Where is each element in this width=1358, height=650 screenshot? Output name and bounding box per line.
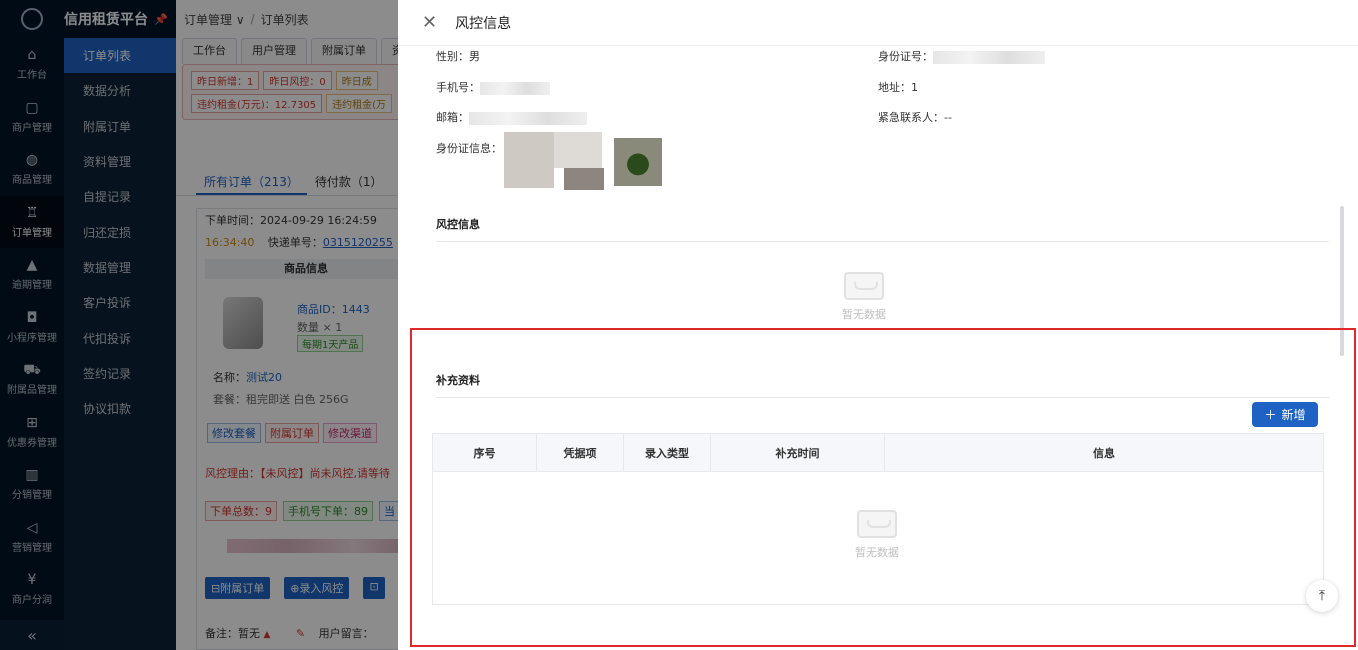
empty-box-icon [844, 272, 884, 300]
drawer-body: 性别：男 身份证号： 手机号： 地址：1 邮箱： 紧急联系人：-- 身份证信息：… [410, 46, 1346, 650]
back-to-top-icon[interactable]: ⤒ [1306, 580, 1338, 612]
redacted-idno [933, 50, 1045, 64]
drawer-header: ✕ 风控信息 [398, 0, 1358, 46]
drawer-title: 风控信息 [455, 15, 512, 32]
section-risk: 风控信息 [436, 216, 1329, 242]
risk-empty: 暂无数据 [842, 272, 886, 322]
add-button[interactable]: ＋新增 [1252, 402, 1318, 427]
table-empty: 暂无数据 [855, 510, 899, 560]
idno-field: 身份证号： [878, 48, 1045, 64]
table-header: 序号 凭据项 录入类型 补充时间 信息 [433, 434, 1323, 472]
table-header-cell: 录入类型 [624, 434, 711, 471]
gender-field: 性别：男 [436, 50, 480, 63]
redacted-phone [480, 81, 550, 95]
selfie-photo[interactable] [614, 138, 662, 186]
email-field: 邮箱： [436, 109, 587, 125]
table-header-cell: 凭据项 [537, 434, 624, 471]
id-card-photos[interactable] [504, 132, 604, 192]
risk-drawer: ✕ 风控信息 性别：男 身份证号： 手机号： 地址：1 邮箱： 紧急联系人：--… [398, 0, 1358, 650]
close-icon[interactable]: ✕ [422, 13, 437, 32]
idinfo-field: 身份证信息： [436, 142, 502, 155]
table-header-cell: 信息 [1093, 446, 1115, 460]
empty-box-icon [857, 510, 897, 538]
address-field: 地址：1 [878, 81, 918, 94]
section-supplement: 补充资料 [436, 372, 1329, 398]
phone-field: 手机号： [436, 79, 550, 95]
emergency-field: 紧急联系人：-- [878, 111, 952, 124]
scrollbar[interactable] [1340, 206, 1344, 356]
redacted-email [469, 111, 587, 125]
supplement-table: 序号 凭据项 录入类型 补充时间 信息 暂无数据 [432, 433, 1324, 605]
table-header-cell: 序号 [433, 434, 537, 471]
table-header-cell: 补充时间 [711, 434, 885, 471]
plus-icon: ＋ [1264, 408, 1277, 422]
